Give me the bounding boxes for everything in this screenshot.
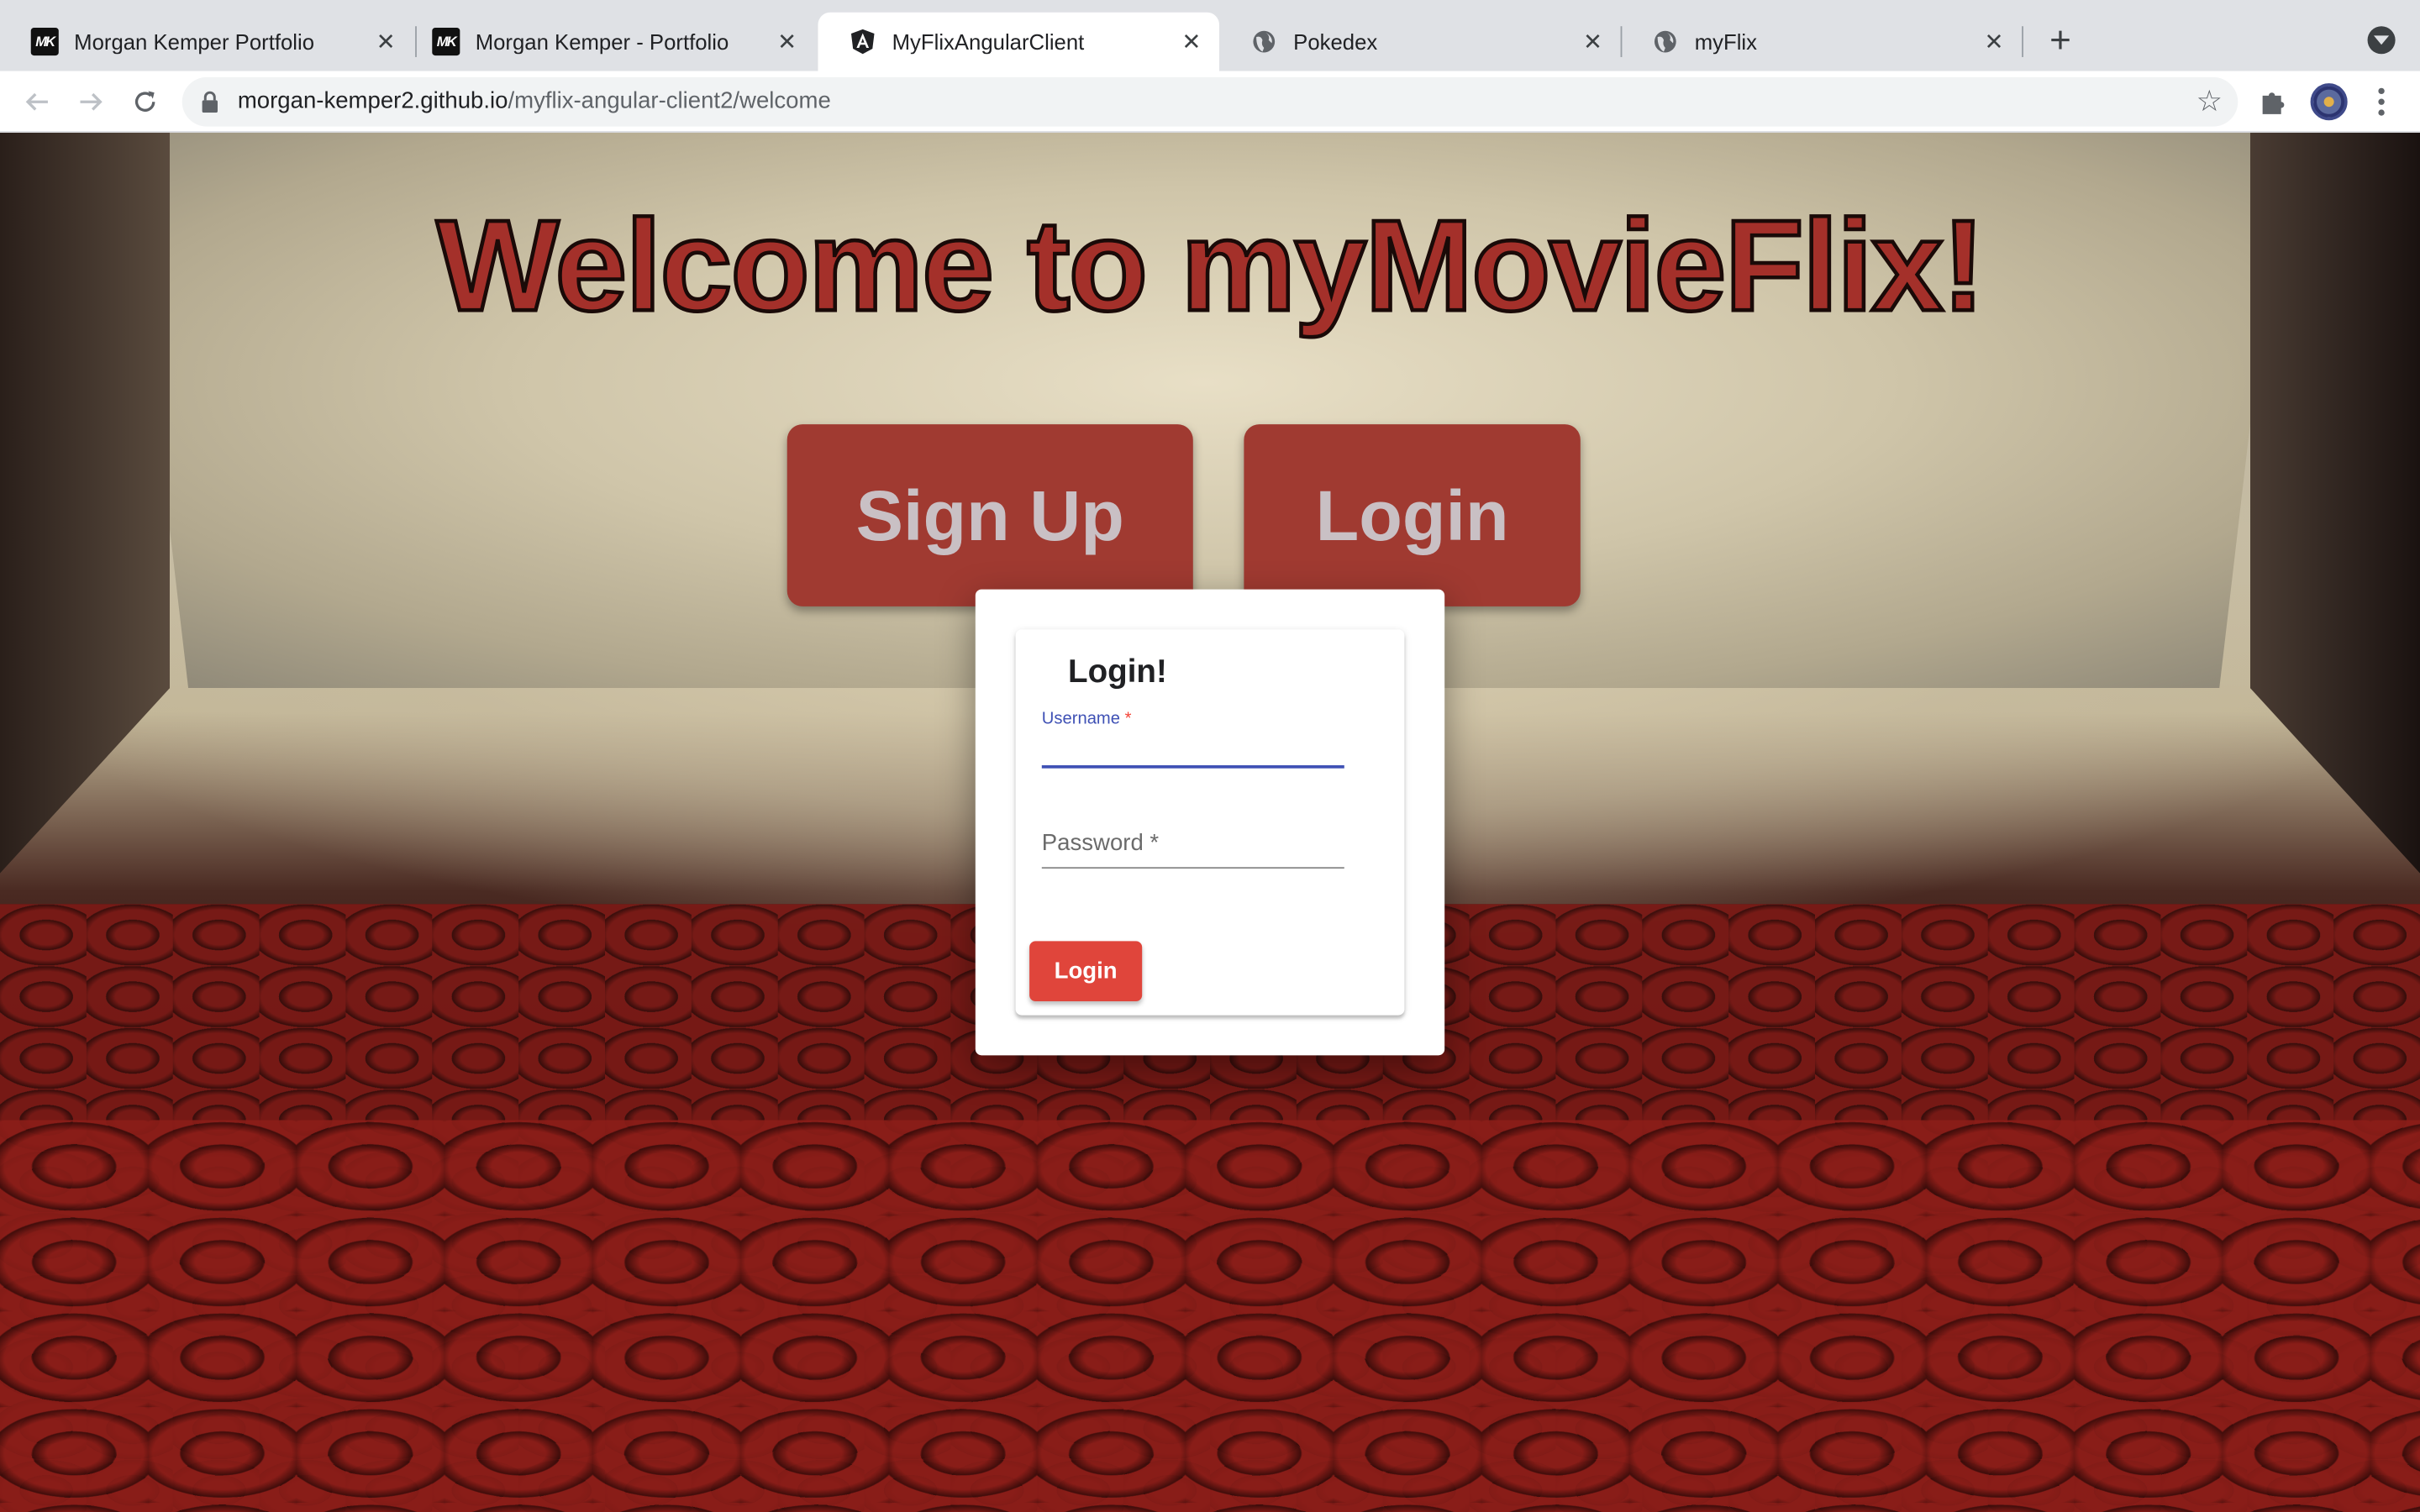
tab-strip: MK Morgan Kemper Portfolio ✕ MK Morgan K… [0,0,2420,71]
page-content: Welcome to myMovieFlix! Sign Up Login Lo… [0,132,2420,1512]
close-icon[interactable]: ✕ [371,26,402,57]
tab-title: Pokedex [1293,29,1378,55]
reload-icon [134,91,155,112]
password-underline [1041,867,1344,869]
login-card: Login! Username * Password * Login [1015,629,1405,1016]
globe-icon [1250,28,1278,55]
browser-menu-icon[interactable] [2366,83,2397,120]
arrow-right-icon [80,92,103,111]
login-submit-button[interactable]: Login [1029,941,1143,1002]
login-open-button[interactable]: Login [1244,424,1581,606]
username-label-text: Username [1041,709,1121,728]
reload-button[interactable] [127,83,164,120]
password-input[interactable] [1041,830,1344,861]
url-text: morgan-kemper2.github.io/myflix-angular-… [238,88,831,114]
tab-morgan-kemper-dash-portfolio[interactable]: MK Morgan Kemper - Portfolio ✕ [402,13,815,71]
new-tab-button[interactable]: + [2040,20,2081,62]
globe-icon [1651,28,1679,55]
angular-icon [849,28,876,55]
close-icon[interactable]: ✕ [1577,26,1608,57]
forward-button[interactable] [72,83,109,120]
password-field[interactable]: Password * [1041,817,1344,873]
tab-title: Morgan Kemper - Portfolio [475,29,729,55]
browser-window: MK Morgan Kemper Portfolio ✕ MK Morgan K… [0,0,2420,1512]
tab-title: MyFlixAngularClient [892,29,1085,55]
login-card-title: Login! [1068,654,1167,690]
browser-toolbar: morgan-kemper2.github.io/myflix-angular-… [0,71,2420,133]
username-field[interactable]: Username * [1041,710,1344,771]
login-dialog: Login! Username * Password * Login [975,589,1445,1056]
close-icon[interactable]: ✕ [1979,26,2010,57]
page-title: Welcome to myMovieFlix! [434,191,1986,339]
close-icon[interactable]: ✕ [771,26,802,57]
profile-avatar[interactable] [2310,83,2348,121]
username-label: Username * [1042,710,1344,728]
extensions-puzzle-icon[interactable] [2258,87,2289,118]
tab-pokedex[interactable]: Pokedex ✕ [1219,13,1621,71]
required-mark: * [1124,709,1132,728]
tab-title: Morgan Kemper Portfolio [74,29,315,55]
arrow-left-icon [25,92,48,111]
tab-morgan-kemper-portfolio[interactable]: MK Morgan Kemper Portfolio ✕ [0,13,413,71]
back-button[interactable] [18,83,55,120]
tab-myflix-angular-client[interactable]: MyFlixAngularClient ✕ [818,12,1220,71]
tab-separator [2022,26,2023,57]
chevron-down-icon [2373,35,2390,45]
tab-myflix[interactable]: myFlix ✕ [1621,13,2023,71]
lock-icon [202,91,218,113]
url-domain: morgan-kemper2.github.io [237,87,508,114]
username-underline [1041,765,1344,769]
bookmark-star-icon[interactable]: ☆ [2196,85,2223,120]
close-icon[interactable]: ✕ [1176,26,1207,57]
mk-logo-icon: MK [432,28,460,56]
tab-search-button[interactable] [2367,26,2396,55]
username-input[interactable] [1041,732,1344,764]
sign-up-button[interactable]: Sign Up [786,424,1193,606]
url-path: /myflix-angular-client2/welcome [508,87,831,114]
address-bar[interactable]: morgan-kemper2.github.io/myflix-angular-… [182,76,2238,127]
background-theater-seats-front [0,1120,2420,1512]
mk-logo-icon: MK [30,28,59,56]
tab-title: myFlix [1694,29,1758,55]
